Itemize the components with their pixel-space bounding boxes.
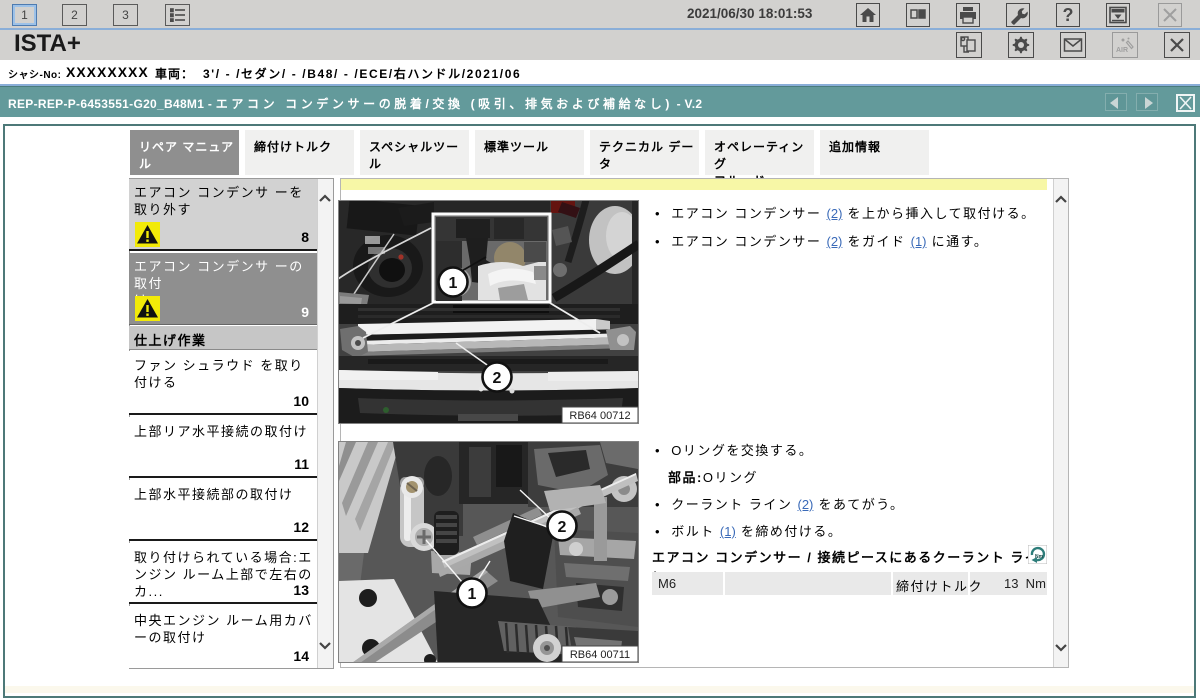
svg-text:2: 2	[493, 370, 502, 387]
svg-text:1: 1	[449, 275, 458, 292]
svg-text:Nm: Nm	[1035, 554, 1044, 560]
svg-text:2: 2	[558, 519, 567, 536]
svg-text:1: 1	[468, 586, 477, 603]
svg-text:AIR: AIR	[1116, 47, 1128, 54]
svg-text:RB64 00712: RB64 00712	[569, 410, 630, 422]
svg-text:RB64 00711: RB64 00711	[570, 649, 630, 661]
